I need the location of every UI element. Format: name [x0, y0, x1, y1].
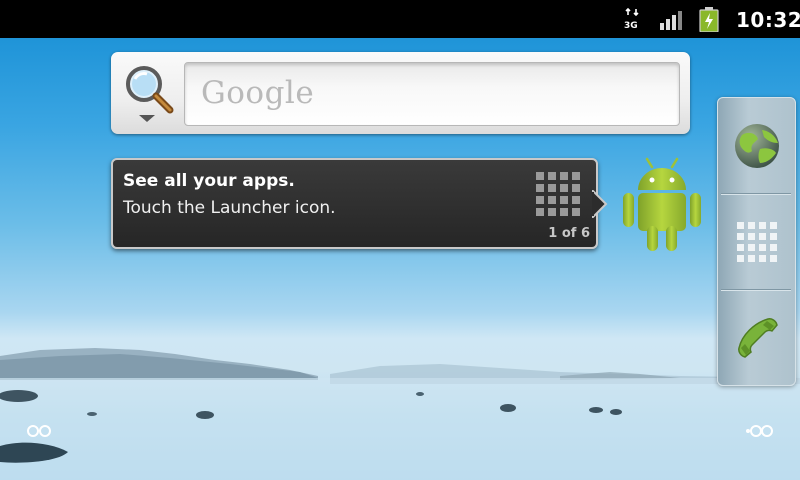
battery-charging-icon: [699, 7, 719, 32]
launcher-grid-icon: [736, 221, 777, 262]
launcher-button[interactable]: [718, 194, 795, 289]
launcher-hint-bubble[interactable]: See all your apps. Touch the Launcher ic…: [111, 158, 598, 249]
browser-button[interactable]: [718, 98, 795, 193]
previous-page-indicator[interactable]: [26, 424, 52, 438]
android-mascot-icon: [623, 157, 701, 251]
google-search-widget: Google: [111, 52, 690, 134]
network-type-label: 3G: [624, 21, 638, 31]
signal-strength-icon: [660, 11, 682, 30]
search-input[interactable]: Google: [184, 62, 680, 126]
hint-page-count: 1 of 6: [548, 226, 590, 241]
hint-title: See all your apps.: [123, 171, 295, 191]
hint-body: Touch the Launcher icon.: [123, 198, 336, 218]
launcher-grid-icon: [536, 172, 580, 216]
hint-pointer-arrow: [592, 190, 608, 218]
phone-icon: [737, 317, 778, 358]
browser-globe-icon: [734, 123, 779, 168]
clock: 10:32: [736, 8, 800, 32]
magnifier-icon: [126, 66, 174, 122]
phone-button[interactable]: [718, 290, 795, 385]
next-page-indicator[interactable]: [744, 424, 774, 438]
network-3g-icon: 3G: [624, 7, 639, 31]
search-engine-selector[interactable]: [119, 60, 181, 126]
app-dock: [717, 97, 796, 386]
search-placeholder: Google: [201, 75, 315, 111]
status-bar: 3G 10:32: [0, 0, 800, 38]
